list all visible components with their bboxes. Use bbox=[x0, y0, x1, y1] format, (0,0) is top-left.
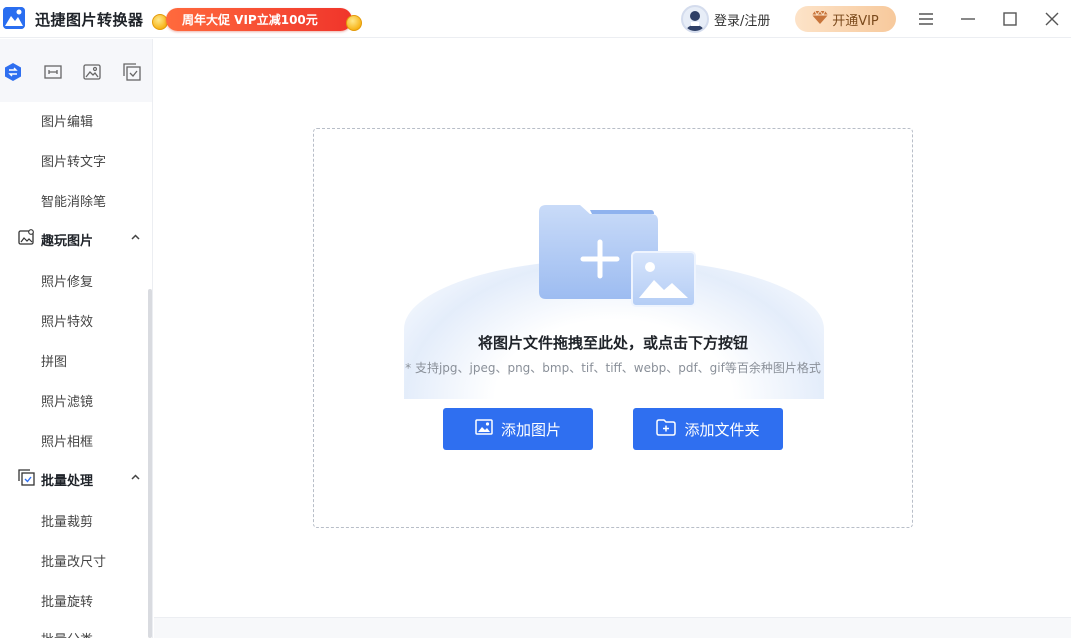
checklist-icon[interactable] bbox=[122, 62, 142, 82]
crop-icon[interactable] bbox=[43, 62, 63, 82]
close-icon[interactable] bbox=[1039, 7, 1065, 31]
sidebar-group-label: 趣玩图片 bbox=[41, 233, 94, 249]
add-image-icon bbox=[475, 419, 493, 439]
sidebar-item-photo-filter[interactable]: 照片滤镜 bbox=[41, 391, 93, 410]
sidebar-item-batch-rotate[interactable]: 批量旋转 bbox=[41, 591, 93, 610]
sidebar-item-smart-eraser[interactable]: 智能消除笔 bbox=[41, 191, 106, 210]
image-icon[interactable] bbox=[82, 62, 102, 82]
promo-banner[interactable]: 周年大促 VIP立减100元 bbox=[152, 5, 364, 33]
sidebar: 图片编辑 图片转文字 智能消除笔 趣玩图片 照片修复 照片特效 拼图 照片滤镜 … bbox=[0, 39, 153, 638]
app-title: 迅捷图片转换器 bbox=[35, 11, 144, 29]
login-label: 登录/注册 bbox=[714, 13, 771, 29]
folder-add-icon bbox=[656, 418, 677, 440]
add-folder-button[interactable]: 添加文件夹 bbox=[633, 408, 783, 450]
sidebar-item-batch-classify[interactable]: 批量分类 bbox=[41, 629, 93, 638]
sidebar-item-image-to-text[interactable]: 图片转文字 bbox=[41, 151, 106, 170]
bottom-bar bbox=[154, 617, 1071, 638]
sidebar-item-photo-repair[interactable]: 照片修复 bbox=[41, 271, 93, 290]
minimize-icon[interactable] bbox=[955, 7, 981, 31]
login-button[interactable]: 登录/注册 bbox=[681, 5, 770, 33]
chevron-up-icon bbox=[131, 472, 140, 483]
convert-icon[interactable] bbox=[3, 62, 23, 82]
chevron-up-icon bbox=[131, 232, 140, 243]
maximize-icon[interactable] bbox=[997, 7, 1023, 31]
coin-icon bbox=[346, 15, 362, 31]
sidebar-group-label: 批量处理 bbox=[41, 473, 94, 489]
user-avatar-icon bbox=[681, 5, 709, 33]
sidebar-item-batch-crop[interactable]: 批量裁剪 bbox=[41, 511, 93, 530]
sidebar-item-collage[interactable]: 拼图 bbox=[41, 351, 67, 370]
open-vip-button[interactable]: 开通VIP bbox=[795, 6, 896, 32]
image-edit-icon bbox=[18, 228, 35, 250]
title-bar: 迅捷图片转换器 周年大促 VIP立减100元 登录/注册 开通VIP bbox=[0, 0, 1071, 38]
sidebar-item-image-edit[interactable]: 图片编辑 bbox=[41, 111, 93, 130]
vip-label: 开通VIP bbox=[832, 13, 879, 29]
sidebar-group-fun-images[interactable]: 趣玩图片 bbox=[18, 228, 146, 250]
diamond-icon bbox=[812, 10, 829, 28]
sidebar-item-batch-resize[interactable]: 批量改尺寸 bbox=[41, 551, 106, 570]
add-folder-label: 添加文件夹 bbox=[684, 420, 760, 439]
menu-icon[interactable] bbox=[913, 7, 939, 31]
app-logo-icon bbox=[3, 7, 25, 29]
sidebar-group-batch[interactable]: 批量处理 bbox=[18, 468, 146, 490]
drop-zone[interactable]: 将图片文件拖拽至此处，或点击下方按钮 * 支持jpg、jpeg、png、bmp、… bbox=[313, 128, 913, 528]
checklist-icon bbox=[18, 468, 35, 490]
sidebar-scrollbar[interactable] bbox=[148, 289, 152, 638]
promo-text: 周年大促 VIP立减100元 bbox=[182, 13, 318, 27]
drop-zone-title: 将图片文件拖拽至此处，或点击下方按钮 bbox=[477, 334, 748, 352]
sidebar-item-photo-effects[interactable]: 照片特效 bbox=[41, 311, 93, 330]
sidebar-item-photo-frame[interactable]: 照片相框 bbox=[41, 431, 93, 450]
add-image-button[interactable]: 添加图片 bbox=[443, 408, 593, 450]
add-image-label: 添加图片 bbox=[500, 420, 561, 439]
tool-tabs bbox=[0, 39, 152, 102]
folder-add-illustration-icon bbox=[538, 204, 698, 309]
drop-zone-subtitle: * 支持jpg、jpeg、png、bmp、tif、tiff、webp、pdf、g… bbox=[405, 361, 821, 375]
